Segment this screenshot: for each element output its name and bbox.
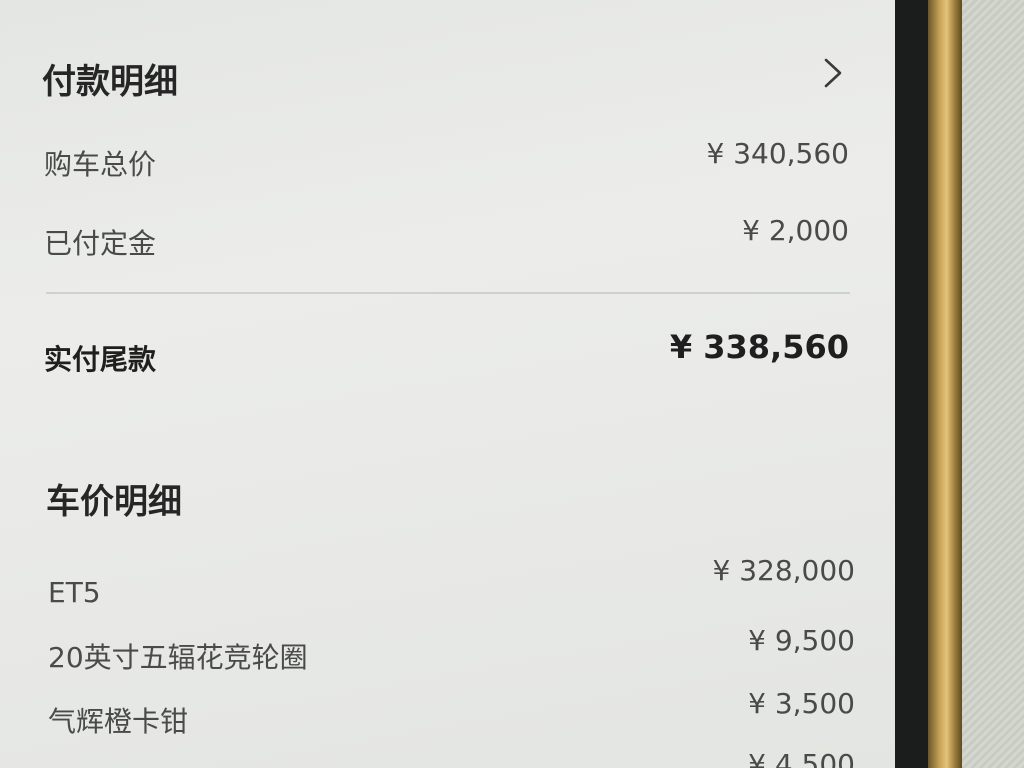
price-item-label: ET5 bbox=[48, 576, 101, 609]
payment-details-title: 付款明细 bbox=[42, 62, 178, 102]
balance-due-label: 实付尾款 bbox=[44, 343, 157, 376]
price-item-value: ¥ 3,500 bbox=[748, 687, 855, 720]
total-price-label: 购车总价 bbox=[44, 148, 157, 181]
balance-due-value: ¥ 338,560 bbox=[669, 328, 849, 366]
car-price-details-title: 车价明细 bbox=[46, 482, 182, 522]
price-item-value: ¥ 4,500 bbox=[748, 748, 855, 768]
phone-edge bbox=[928, 0, 962, 768]
chevron-right-icon[interactable] bbox=[818, 56, 848, 90]
divider bbox=[46, 292, 850, 294]
deposit-paid-label: 已付定金 bbox=[44, 227, 157, 260]
order-details-screen: 付款明细 购车总价 ¥ 340,560 已付定金 ¥ 2,000 实付尾款 ¥ … bbox=[0, 0, 895, 768]
price-item-value: ¥ 328,000 bbox=[712, 554, 855, 587]
deposit-paid-value: ¥ 2,000 bbox=[742, 214, 849, 247]
price-item-label: 20英寸五辐花竞轮圈 bbox=[48, 641, 308, 674]
total-price-value: ¥ 340,560 bbox=[706, 137, 849, 170]
price-item-value: ¥ 9,500 bbox=[748, 624, 855, 657]
price-item-label: 气辉橙卡钳 bbox=[48, 705, 189, 738]
